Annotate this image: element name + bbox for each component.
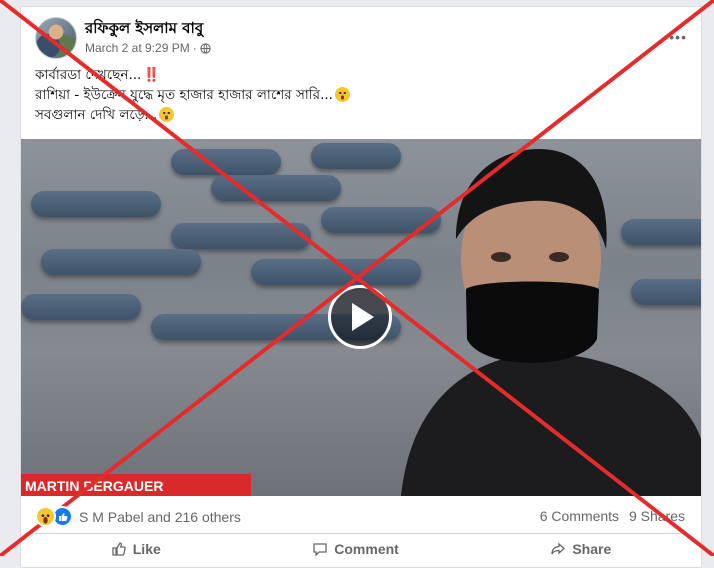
video-scene-shape [41, 249, 201, 275]
comment-button[interactable]: Comment [312, 541, 399, 557]
haha-reaction-icon [35, 506, 56, 527]
divider [35, 533, 687, 534]
video-scene-shape [171, 149, 281, 175]
lower-third-text: MARTIN BERGAUER [25, 478, 163, 494]
video-scene-shape [171, 223, 311, 249]
reactions-summary[interactable]: S M Pabel and 216 others [35, 506, 241, 527]
video-lower-third: MARTIN BERGAUER [21, 474, 251, 496]
share-button[interactable]: Share [550, 541, 611, 557]
double-exclamation-icon: ‼️ [143, 67, 161, 83]
play-icon [352, 303, 374, 331]
smile-emoji-icon [159, 107, 175, 122]
comments-count[interactable]: 6 Comments [540, 508, 619, 524]
post-meta: March 2 at 9:29 PM · [85, 41, 211, 55]
more-options-icon[interactable]: ••• [669, 29, 687, 45]
svg-text:MARTIN BERGAUER: MARTIN BERGAUER [25, 478, 163, 494]
meta-separator: · [192, 41, 197, 55]
comment-label: Comment [334, 541, 399, 557]
reactors-text[interactable]: S M Pabel and 216 others [79, 509, 241, 525]
post-timestamp[interactable]: March 2 at 9:29 PM [85, 41, 190, 55]
comment-icon [313, 543, 327, 557]
like-button[interactable]: Like [111, 541, 161, 557]
video-player[interactable]: MARTIN BERGAUER [21, 139, 701, 496]
post-text: কার্বারডা দেখছেন... ‼️ রাশিয়া - ইউক্রেন … [35, 65, 350, 125]
post-text-line-1: কার্বারডা দেখছেন... ‼️ [35, 67, 161, 83]
share-icon [551, 542, 566, 555]
share-label: Share [572, 541, 612, 557]
author-name[interactable]: রফিকুল ইসলাম বাবু [85, 17, 203, 42]
video-scene-shape [21, 294, 141, 320]
video-scene-shape [31, 191, 161, 217]
play-button[interactable] [328, 285, 392, 349]
video-reporter-figure [401, 149, 701, 496]
engagement-counts: 6 Comments 9 Shares [534, 508, 685, 524]
post-text-line-2: রাশিয়া - ইউক্রেন যুদ্ধে মৃত হাজার হাজার… [35, 85, 350, 105]
grin-emoji-icon [334, 87, 350, 102]
thumbs-up-icon [112, 542, 126, 556]
video-scene-shape [211, 175, 341, 201]
post-actions: Like Comment Share [35, 541, 687, 557]
post-text-line-3: সবগুলান দেখি লড়ে... [35, 105, 350, 125]
globe-icon [200, 42, 211, 54]
like-label: Like [132, 541, 161, 557]
post-card: রফিকুল ইসলাম বাবু March 2 at 9:29 PM · •… [20, 6, 702, 568]
avatar[interactable] [35, 17, 77, 59]
shares-count[interactable]: 9 Shares [629, 508, 685, 524]
